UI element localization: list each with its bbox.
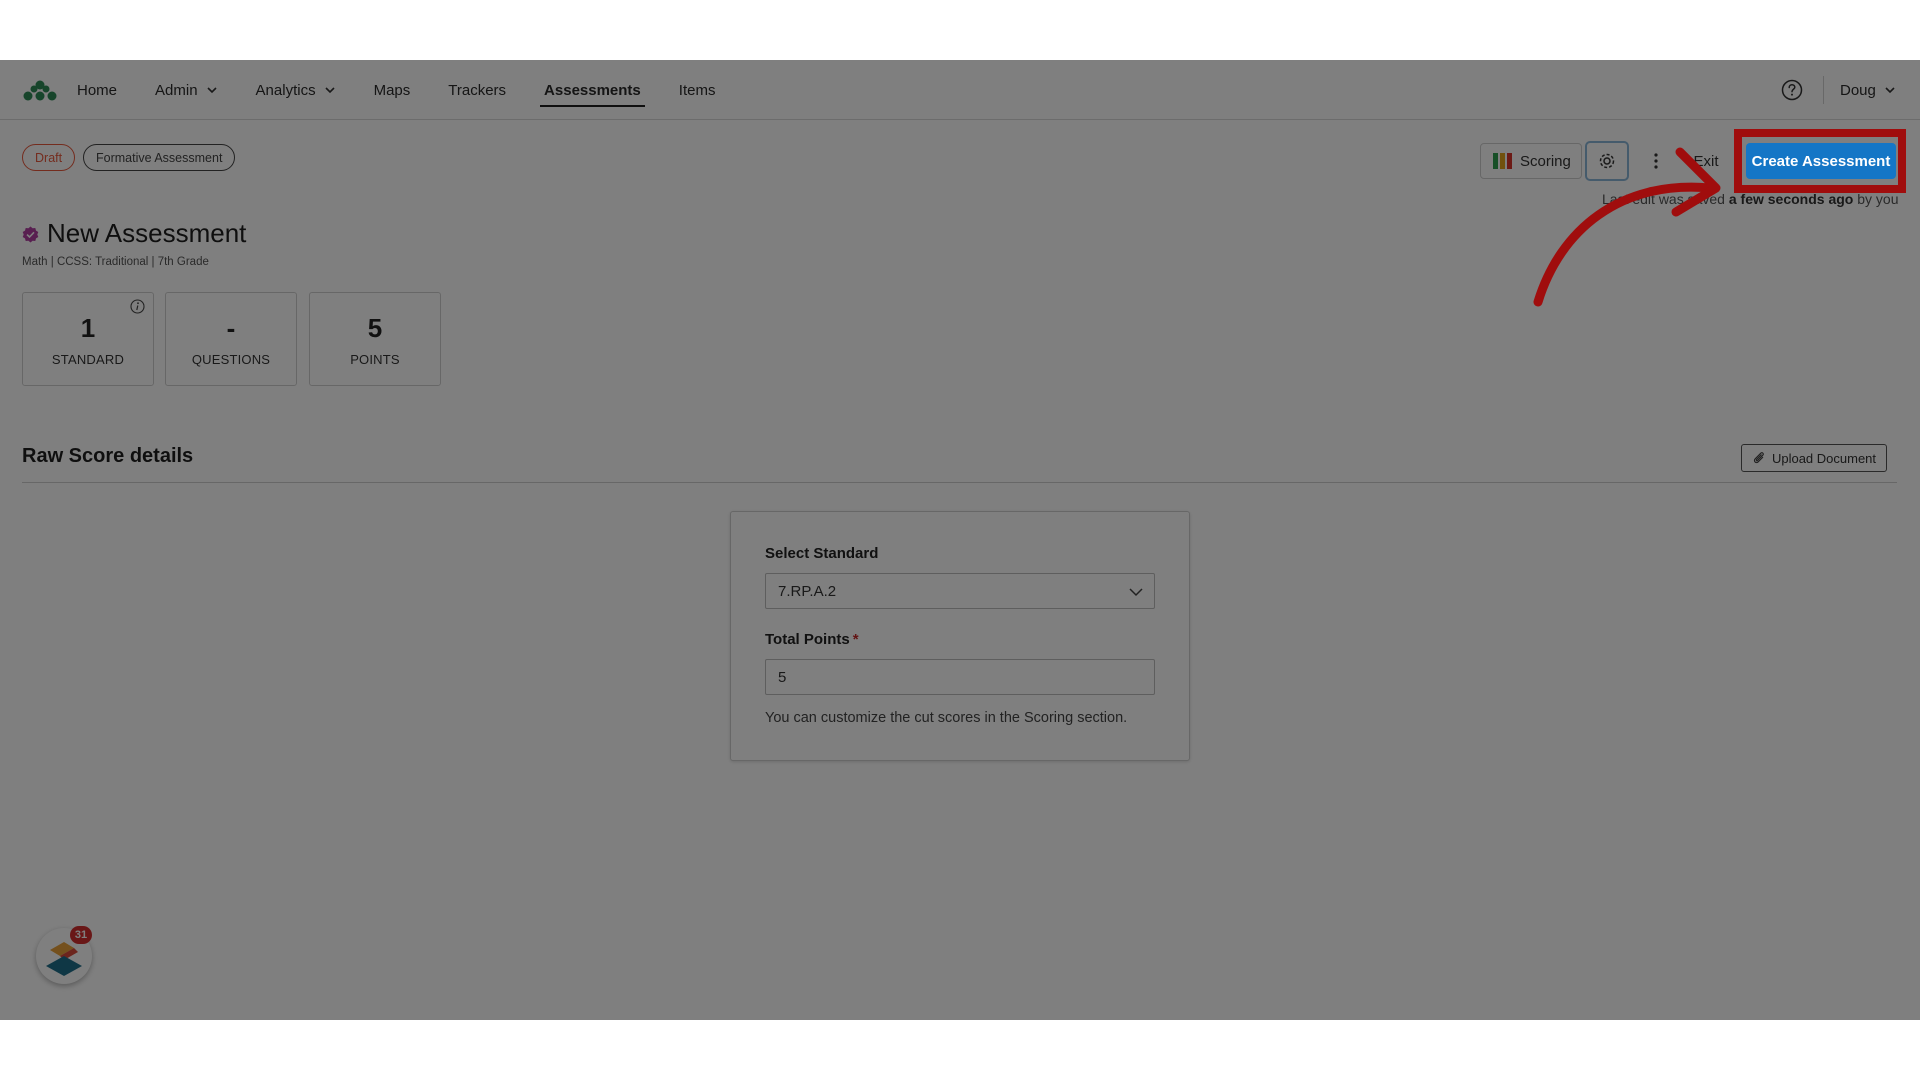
nav-menu: Home Admin Analytics Maps Trackers Assessment… [77,60,753,120]
status-badge: Draft [22,144,76,171]
nav-item-label: Analytics [255,81,316,99]
paperclip-icon [1753,452,1764,464]
notification-count-badge: 31 [70,926,92,944]
stat-label: QUESTIONS [191,352,271,367]
logo-icon[interactable] [22,78,58,102]
nav-item-analytics[interactable]: Analytics [256,60,336,120]
pointer-arrow-icon [1533,147,1721,307]
stat-card-points: 5 POINTS [309,292,441,386]
section-title: Raw Score details [22,445,194,467]
total-points-input[interactable]: 5 [765,659,1155,695]
nav-item-items[interactable]: Items [679,60,716,120]
chevron-down-icon [206,87,217,94]
chevron-down-icon [1129,588,1143,597]
standard-select-value: 7.RP.A.2 [778,582,837,600]
assessment-type-badge: Formative Assessment [83,144,236,171]
help-text: You can customize the cut scores in the … [765,710,1128,726]
chevron-down-icon [325,87,335,94]
nav-item-label: Trackers [448,81,507,99]
info-icon[interactable] [130,299,145,314]
app-window: Home Admin Analytics Maps Trackers Assessment… [0,60,1920,1020]
stat-label: POINTS [350,352,400,367]
question-circle-icon[interactable] [1781,79,1803,101]
total-points-label: Total Points * [765,631,859,648]
nav-item-assessments[interactable]: Assessments [540,60,645,120]
stat-card-standard: 1 STANDARD [22,292,154,386]
letterbox-top [0,0,1920,60]
page-title: New Assessment [47,218,247,248]
last-edit-suffix: by you [1853,191,1899,207]
user-name: Doug [1840,81,1876,99]
chevron-down-icon [1885,87,1895,94]
select-standard-label: Select Standard [765,545,879,562]
stat-card-questions: - QUESTIONS [165,292,297,386]
letterbox-bottom [0,1020,1920,1080]
assessment-subtitle: Math | CCSS: Traditional | 7th Grade [22,256,209,268]
nav-item-label: Assessments [544,81,641,99]
nav-item-maps[interactable]: Maps [374,60,411,120]
nav-item-home[interactable]: Home [77,60,117,120]
stat-value: 1 [80,313,96,343]
stat-value: 5 [367,313,383,343]
verified-badge-icon [22,226,39,243]
upload-document-button[interactable]: Upload Document [1741,444,1887,472]
stat-label: STANDARD [51,352,125,367]
stat-value: - [226,313,236,343]
create-assessment-button[interactable]: Create Assessment [1746,143,1896,179]
scoring-bars-icon [1493,153,1512,169]
standard-select[interactable]: 7.RP.A.2 [765,573,1155,609]
nav-item-label: Home [77,81,118,99]
nav-item-label: Items [678,81,716,99]
total-points-label-text: Total Points [765,631,850,648]
nav-item-admin[interactable]: Admin [155,60,218,120]
nav-item-label: Maps [373,81,411,99]
upload-document-label: Upload Document [1771,450,1877,466]
nav-divider [1823,76,1824,104]
raw-score-form: Select Standard 7.RP.A.2 Total Points * 5… [730,511,1190,761]
nav-item-trackers[interactable]: Trackers [448,60,506,120]
user-menu[interactable]: Doug [1840,60,1896,120]
section-divider [22,482,1897,483]
nav-item-label: Admin [155,81,198,99]
required-mark: * [852,631,859,648]
